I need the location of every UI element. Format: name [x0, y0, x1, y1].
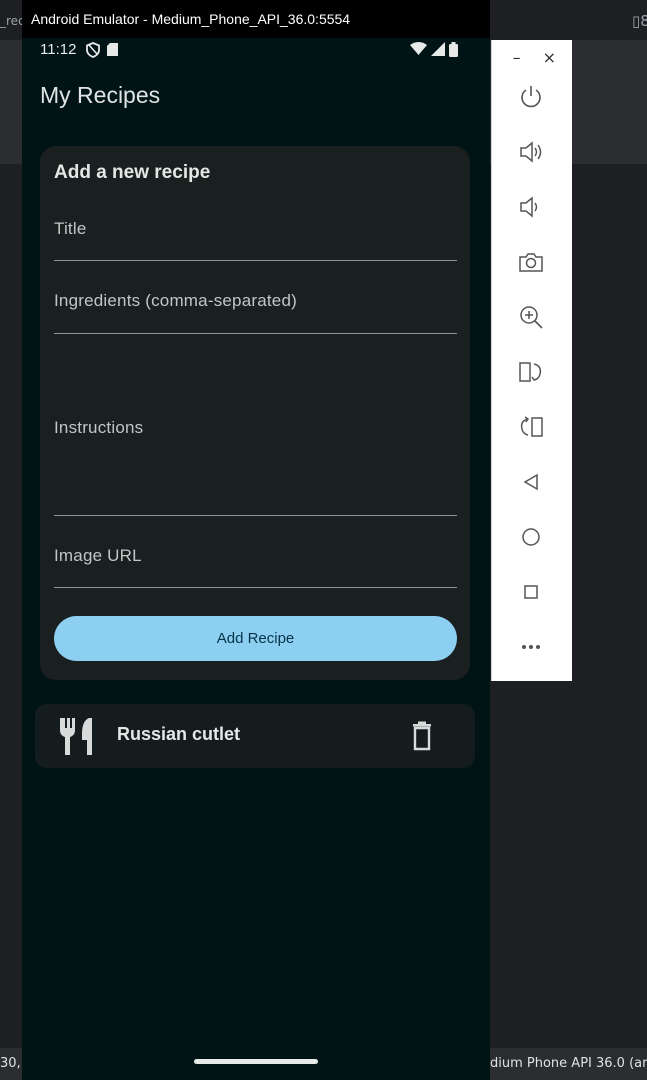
more-icon — [522, 645, 540, 649]
cellular-signal-icon — [431, 42, 445, 56]
ingredients-field[interactable]: Ingredients (comma-separated) — [54, 280, 457, 334]
overview-icon — [524, 585, 538, 599]
ide-layout-icon[interactable]: ▯8 — [632, 12, 647, 30]
zoom-icon — [520, 306, 543, 329]
add-recipe-card: Add a new recipe Title Ingredients (comm… — [40, 146, 470, 680]
zoom-button[interactable] — [514, 300, 548, 334]
minimize-button[interactable]: – — [513, 48, 521, 67]
emulator-titlebar[interactable]: Android Emulator - Medium_Phone_API_36.0… — [22, 0, 490, 38]
instructions-field-label: Instructions — [54, 418, 144, 437]
emulator-toolbar: – × — [491, 40, 572, 681]
image-url-field[interactable]: Image URL — [54, 534, 457, 588]
back-icon — [523, 473, 538, 491]
battery-icon — [449, 42, 458, 57]
power-icon — [521, 86, 541, 108]
rotate-right-button[interactable] — [514, 410, 548, 444]
volume-down-button[interactable] — [514, 190, 548, 224]
volume-up-button[interactable] — [514, 135, 548, 169]
ide-status-device[interactable]: dium Phone API 36.0 (ar — [490, 1056, 647, 1071]
restaurant-icon — [60, 718, 92, 755]
gesture-home-indicator[interactable] — [194, 1059, 318, 1064]
ide-left-edge-text: _rec — [0, 14, 25, 28]
rotate-left-icon — [519, 362, 542, 382]
app-title: My Recipes — [40, 82, 161, 108]
title-field[interactable]: Title — [54, 208, 457, 261]
volume-up-icon — [520, 141, 542, 163]
home-button[interactable] — [514, 520, 548, 554]
volume-down-icon — [520, 196, 538, 218]
more-button[interactable] — [514, 630, 548, 664]
ingredients-field-label: Ingredients (comma-separated) — [54, 291, 297, 310]
instructions-field[interactable]: Instructions — [54, 352, 457, 516]
power-button[interactable] — [514, 80, 548, 114]
camera-icon — [519, 253, 543, 272]
wifi-icon — [410, 42, 427, 55]
status-bar: 11:12 — [22, 38, 490, 62]
image-url-field-label: Image URL — [54, 546, 142, 565]
title-field-label: Title — [54, 219, 87, 238]
form-heading: Add a new recipe — [54, 162, 211, 183]
delete-icon[interactable] — [407, 720, 437, 752]
status-time: 11:12 — [40, 41, 77, 58]
sd-card-icon — [107, 43, 118, 56]
vpn-shield-icon — [86, 42, 100, 58]
rotate-left-button[interactable] — [514, 355, 548, 389]
add-recipe-button[interactable]: Add Recipe — [54, 616, 457, 661]
back-button[interactable] — [514, 465, 548, 499]
recipe-list-item[interactable]: Russian cutlet — [35, 704, 475, 768]
overview-button[interactable] — [514, 575, 548, 609]
rotate-right-icon — [520, 416, 543, 437]
recipe-title: Russian cutlet — [117, 724, 241, 744]
screenshot-button[interactable] — [514, 245, 548, 279]
close-button[interactable]: × — [543, 48, 556, 67]
home-icon — [522, 528, 540, 546]
phone-screen: 11:12 My Recipes Add a new recipe Title … — [22, 38, 490, 1080]
